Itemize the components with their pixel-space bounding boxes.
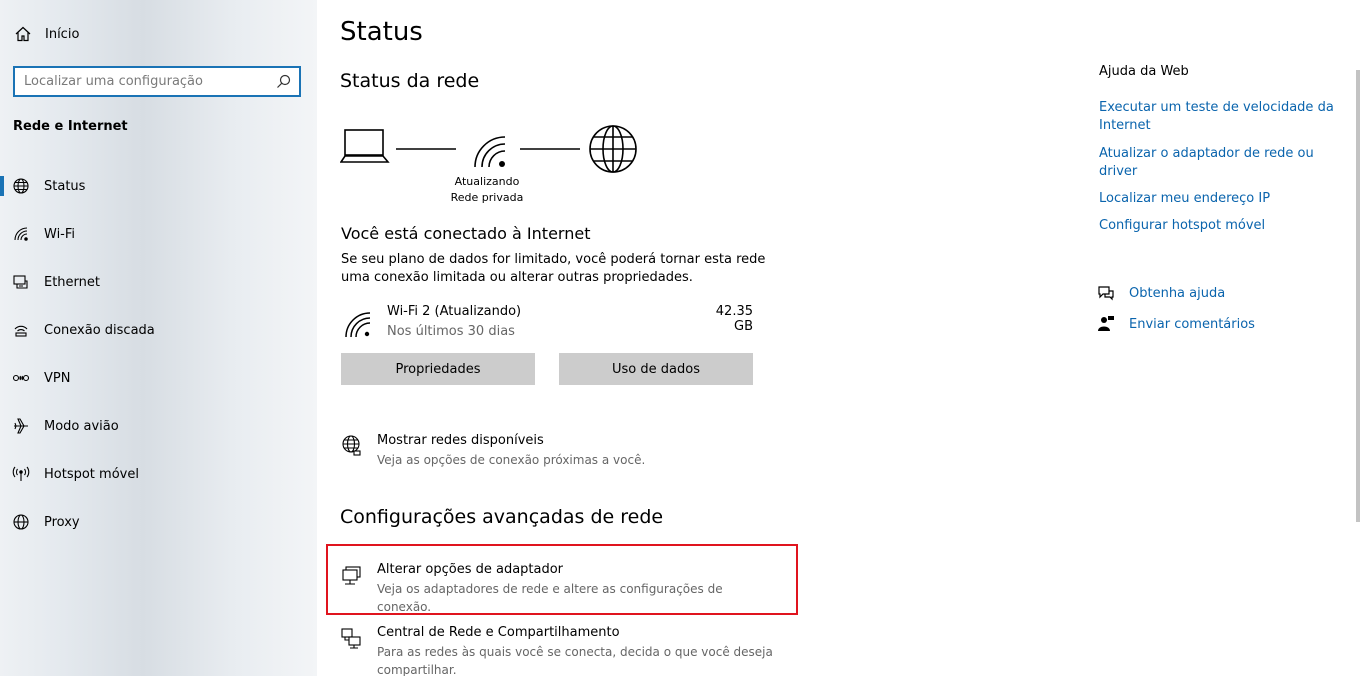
sidebar-item-label: Modo avião [44,418,119,434]
feedback-label: Enviar comentários [1129,316,1255,332]
connected-description: Se seu plano de dados for limitado, você… [341,252,766,285]
home-icon [15,26,31,42]
data-usage-button[interactable]: Uso de dados [559,353,753,385]
sidebar-item-proxy[interactable]: Proxy [0,502,317,542]
speed-test-link[interactable]: Executar um teste de velocidade da Inter… [1099,99,1334,135]
sharing-center-icon [341,628,361,649]
sharing-center-link[interactable]: Central de Rede e Compartilhamento Para … [317,624,797,676]
connected-heading: Você está conectado à Internet [341,224,591,243]
laptop-icon [340,129,390,163]
help-chat-icon [1098,286,1114,301]
connection-usage: 42.35 GB [715,304,753,334]
airplane-icon [14,418,28,434]
send-feedback-link[interactable]: Enviar comentários [1097,315,1255,333]
properties-button[interactable]: Propriedades [341,353,535,385]
search-input[interactable] [15,74,276,89]
vpn-icon [12,374,30,382]
get-help-label: Obtenha ajuda [1129,285,1226,301]
sidebar-item-hotspot[interactable]: Hotspot móvel [0,454,317,494]
adapter-options-title: Alterar opções de adaptador [377,562,564,577]
page-title: Status [340,17,423,47]
adapter-options-link[interactable]: Alterar opções de adaptador Veja os adap… [317,561,797,614]
wifi-connection-icon [345,312,371,338]
advanced-settings-heading: Configurações avançadas de rede [340,506,664,528]
globe-icon [13,514,29,530]
search-icon[interactable] [276,74,291,89]
search-box[interactable] [13,66,301,97]
wifi-icon [14,227,28,241]
sidebar-item-vpn[interactable]: VPN [0,358,317,398]
diagram-caption-status: Atualizando [454,175,520,188]
update-adapter-link[interactable]: Atualizar o adaptador de rede ou driver [1099,145,1334,181]
globe-status-icon [13,178,29,194]
sidebar-item-ethernet[interactable]: Ethernet [0,262,317,302]
sidebar-item-wifi[interactable]: Wi-Fi [0,214,317,254]
sidebar-item-label: Status [44,178,86,194]
internet-globe-icon [589,125,637,173]
sharing-center-subtitle: Para as redes às quais você se conecta, … [377,645,773,676]
wifi-signal-icon [474,136,506,168]
adapter-options-subtitle: Veja os adaptadores de rede e altere as … [377,582,723,614]
configure-hotspot-link[interactable]: Configurar hotspot móvel [1099,217,1334,235]
show-networks-title: Mostrar redes disponíveis [377,433,544,448]
sharing-center-title: Central de Rede e Compartilhamento [377,625,620,640]
sidebar: Início Rede e Internet Status Wi-Fi Ethe… [0,0,317,676]
network-adapter-icon [342,566,361,585]
globe-network-icon [342,435,361,456]
network-status-heading: Status da rede [340,70,480,92]
get-help-link[interactable]: Obtenha ajuda [1097,284,1225,302]
sidebar-item-label: Conexão discada [44,322,155,338]
find-ip-link[interactable]: Localizar meu endereço IP [1099,190,1334,208]
right-panel: Ajuda da Web Executar um teste de veloci… [1057,0,1360,676]
sidebar-item-label: Ethernet [44,274,100,290]
hotspot-icon [12,466,30,481]
main-content: Status Status da rede Atualizando Rede p… [317,0,1057,676]
home-label: Início [45,26,80,42]
ethernet-icon [13,275,28,289]
sidebar-item-status[interactable]: Status [0,166,317,206]
sidebar-item-label: Wi-Fi [44,226,76,242]
diagram-caption: Atualizando Rede privada [442,174,532,206]
diagram-caption-network: Rede privada [450,191,524,204]
connection-name: Wi-Fi 2 (Atualizando) [387,304,522,319]
sidebar-item-airplane[interactable]: Modo avião [0,406,317,446]
sidebar-item-label: Hotspot móvel [44,466,139,482]
scrollbar[interactable] [1356,70,1360,522]
sidebar-item-label: Proxy [44,514,80,530]
connection-period: Nos últimos 30 dias [387,324,515,339]
home-link[interactable]: Início [14,22,79,46]
section-title: Rede e Internet [13,119,128,134]
sidebar-item-label: VPN [44,370,71,386]
show-networks-subtitle: Veja as opções de conexão próximas a voc… [377,453,646,467]
web-help-title: Ajuda da Web [1099,64,1189,79]
feedback-icon [1098,316,1114,331]
show-networks-link[interactable]: Mostrar redes disponíveis Veja as opções… [317,432,797,472]
sidebar-item-dialup[interactable]: Conexão discada [0,310,317,350]
dialup-icon [14,325,28,337]
active-indicator [0,176,4,196]
